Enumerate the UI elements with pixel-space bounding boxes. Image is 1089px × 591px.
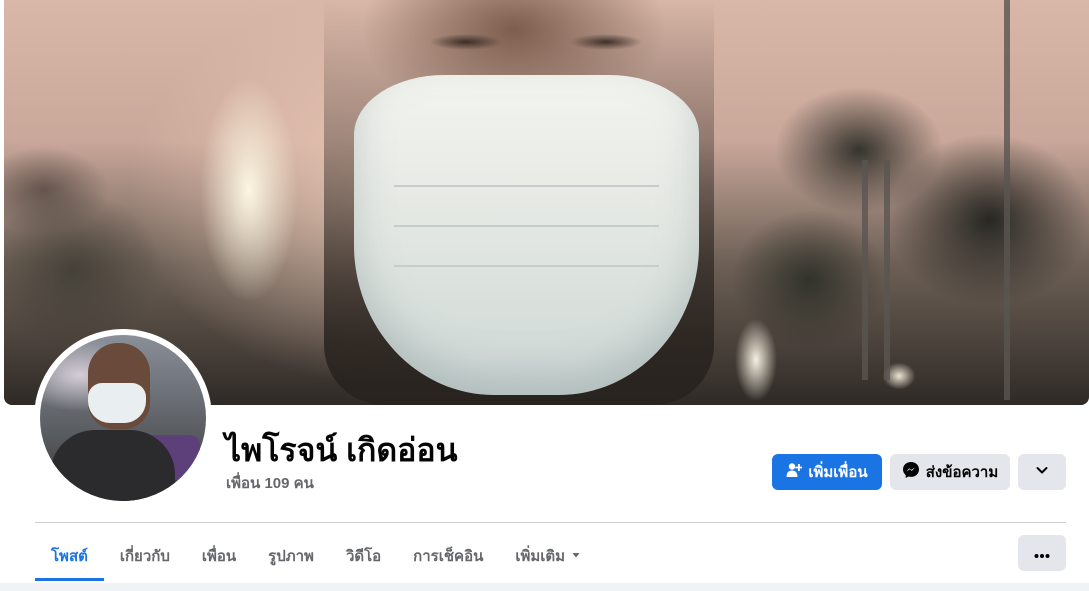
cover-face-mask <box>354 75 699 395</box>
tab-about[interactable]: เกี่ยวกับ <box>104 533 186 581</box>
tab-label: เกี่ยวกับ <box>119 547 170 565</box>
tab-friends[interactable]: เพื่อน <box>186 533 252 581</box>
cover-pole <box>1004 0 1010 400</box>
tab-more[interactable]: เพิ่มเติม <box>499 533 597 581</box>
messenger-icon <box>902 461 920 483</box>
tab-label: เพิ่มเติม <box>515 547 566 565</box>
message-label: ส่งข้อความ <box>925 464 999 481</box>
tab-videos[interactable]: วิดีโอ <box>330 533 397 581</box>
caret-down-icon <box>571 547 581 564</box>
chevron-down-icon <box>1035 463 1049 481</box>
add-friend-button[interactable]: เพิ่มเพื่อน <box>772 454 882 490</box>
header-divider <box>35 522 1066 523</box>
tab-posts[interactable]: โพสต์ <box>35 533 104 581</box>
person-plus-icon <box>786 462 803 482</box>
ellipsis-icon <box>1034 544 1050 563</box>
cover-pole <box>862 160 868 380</box>
more-options-button[interactable] <box>1018 535 1066 571</box>
tab-label: การเช็คอิน <box>413 547 484 565</box>
cover-pole <box>884 160 890 380</box>
tab-label: โพสต์ <box>51 547 88 565</box>
profile-tabs: โพสต์ เกี่ยวกับ เพื่อน รูปภาพ วิดีโอ การ… <box>35 533 597 583</box>
tab-label: วิดีโอ <box>345 547 382 565</box>
profile-avatar[interactable] <box>40 335 206 501</box>
friends-count[interactable]: เพื่อน 109 คน <box>226 471 314 495</box>
tab-checkins[interactable]: การเช็คอิน <box>397 533 499 581</box>
content-background <box>0 583 1089 591</box>
profile-name: ไพโรจน์ เกิดอ่อน <box>225 432 458 468</box>
tab-photos[interactable]: รูปภาพ <box>252 533 330 581</box>
message-button[interactable]: ส่งข้อความ <box>890 454 1010 490</box>
cover-person-eyes <box>396 20 676 60</box>
tab-label: เพื่อน <box>201 547 237 565</box>
avatar-face-mask <box>88 383 146 423</box>
avatar-body <box>50 430 175 501</box>
tab-label: รูปภาพ <box>268 547 314 565</box>
profile-options-dropdown[interactable] <box>1018 454 1066 490</box>
add-friend-label: เพิ่มเพื่อน <box>808 464 868 481</box>
cover-trees-right <box>729 40 1089 405</box>
